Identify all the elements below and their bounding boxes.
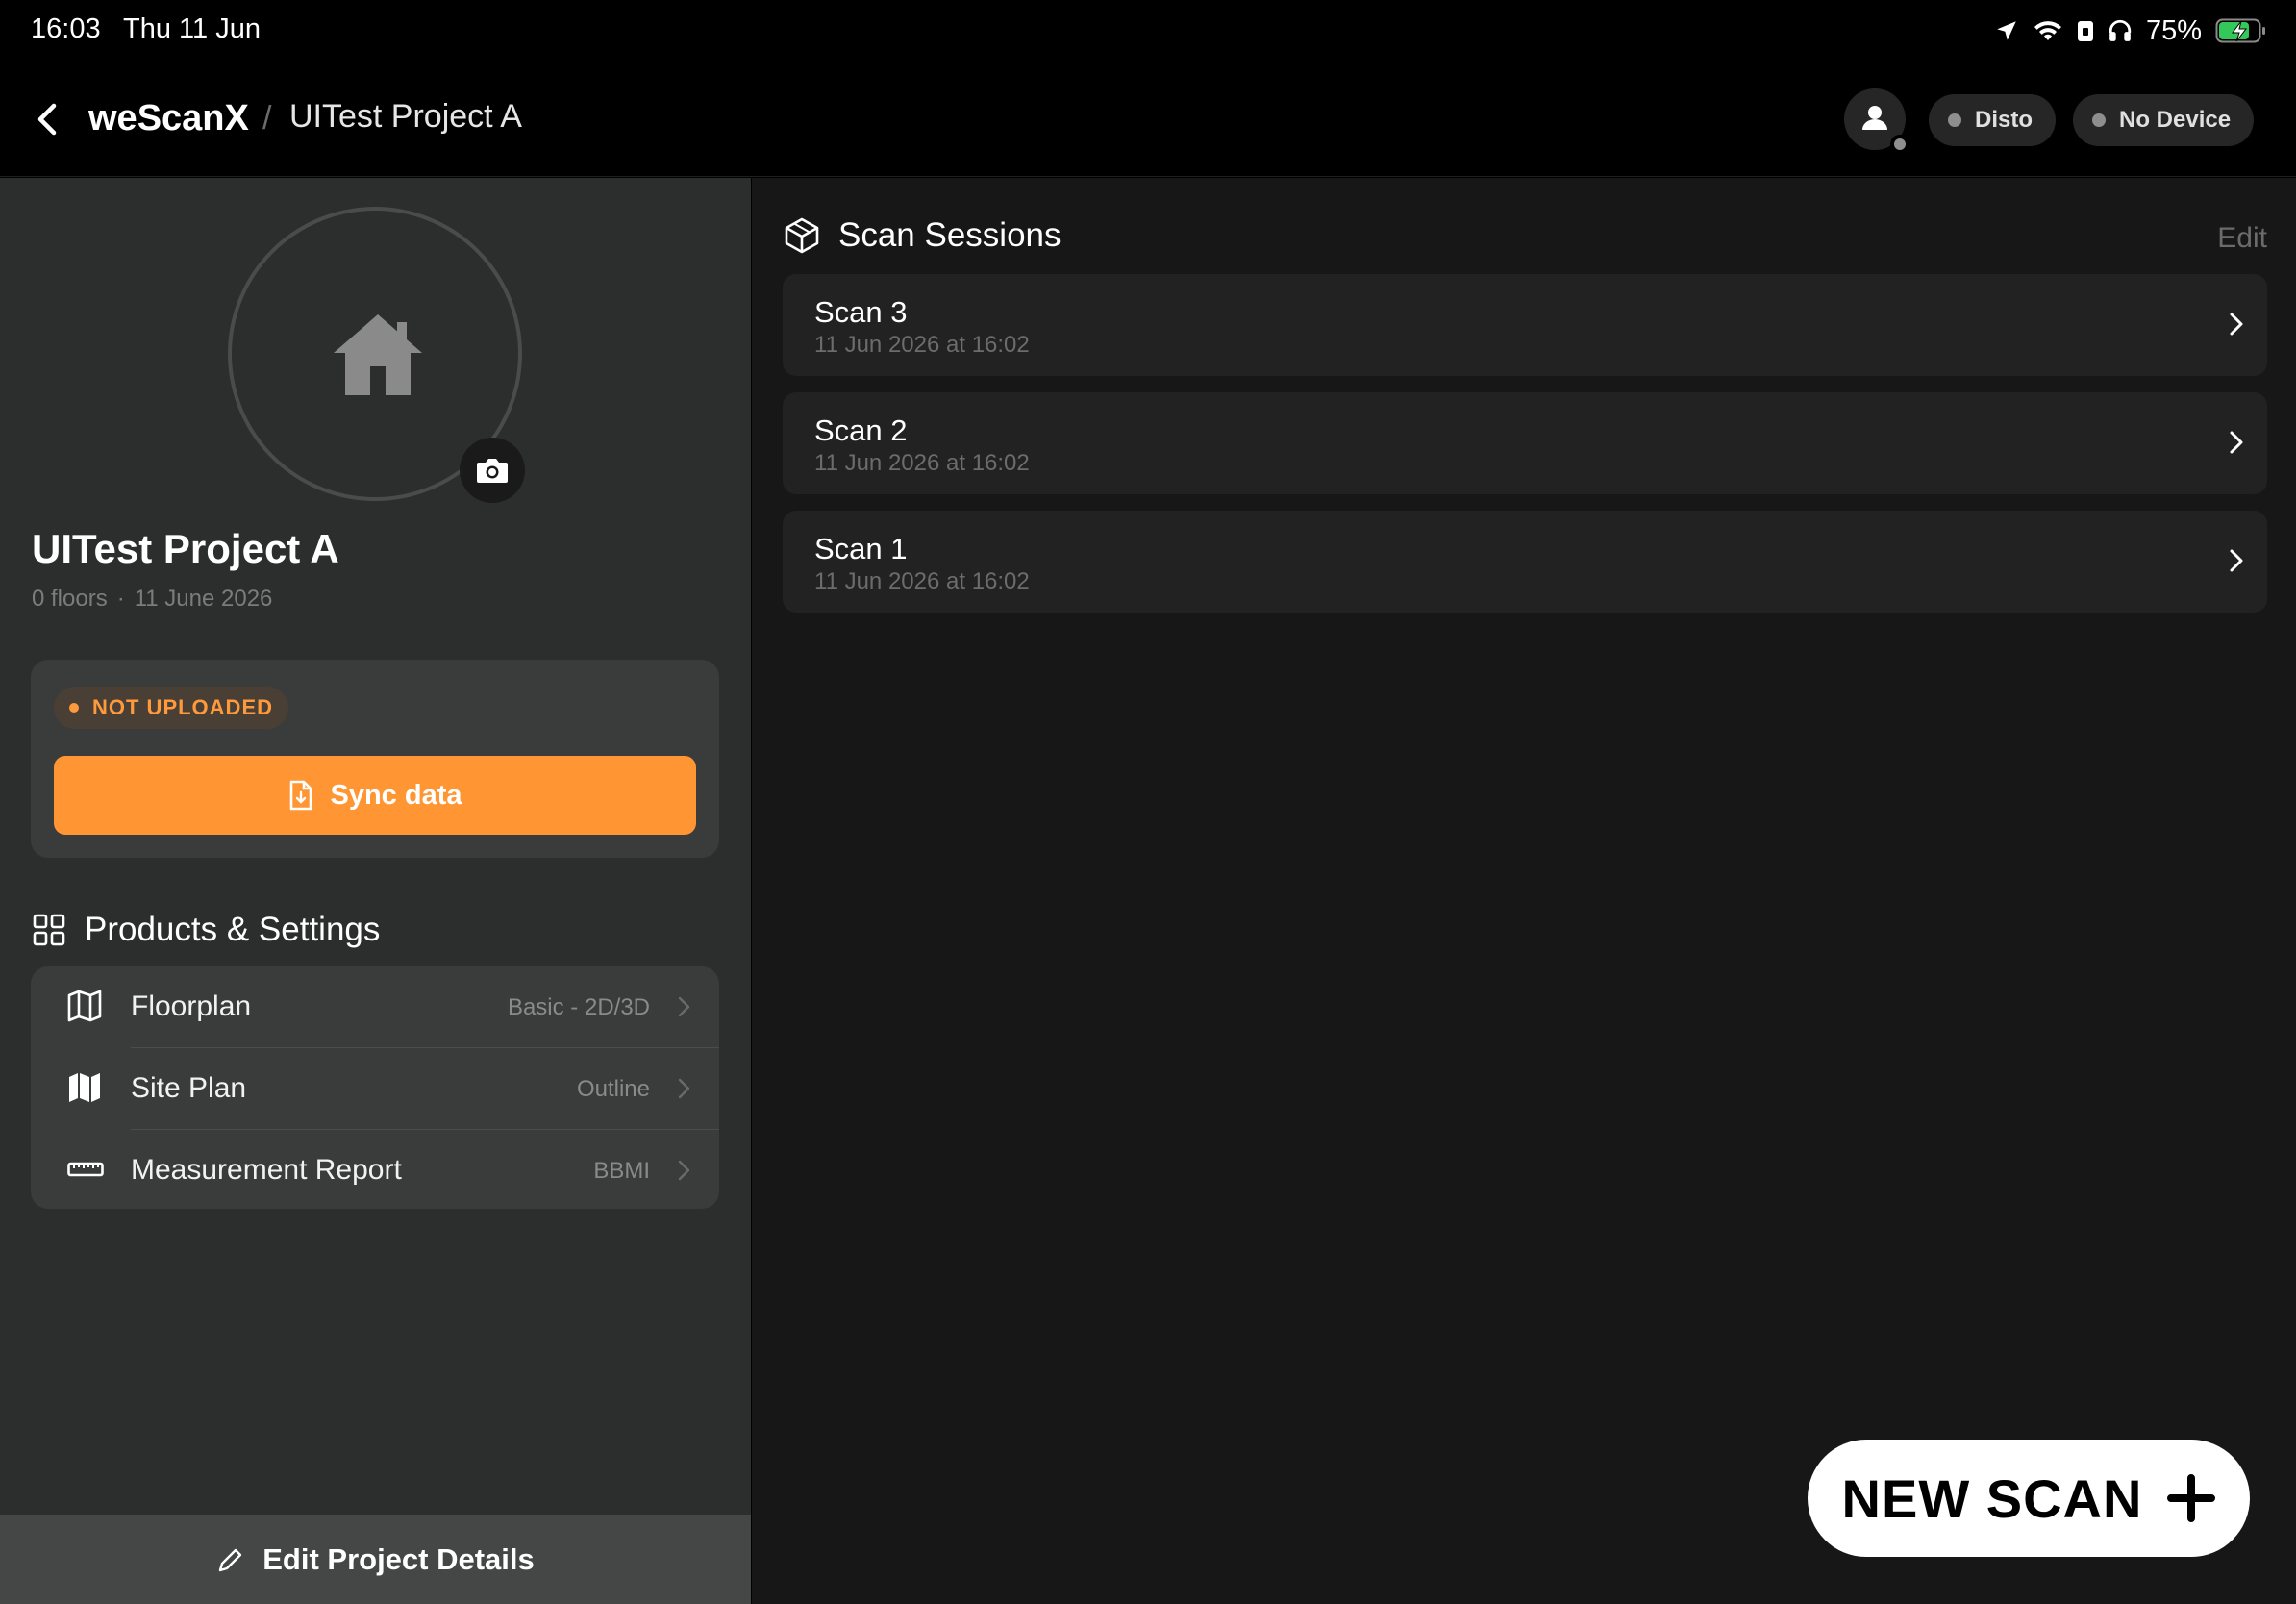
chevron-right-icon (2230, 549, 2243, 572)
scan-date: 11 Jun 2026 at 16:02 (814, 450, 1030, 476)
settings-item-site-plan[interactable]: Site Plan Outline (31, 1048, 719, 1129)
lock-icon (2077, 21, 2093, 41)
edit-project-label: Edit Project Details (262, 1541, 535, 1576)
nav-bar: weScanX / UITest Project A Disto No Devi… (0, 62, 2296, 177)
device-status-dot (2092, 113, 2106, 127)
project-panel: UITest Project A 0 floors · 11 June 2026 N… (0, 178, 751, 1604)
scan-session-row[interactable]: Scan 1 11 Jun 2026 at 16:02 (783, 511, 2267, 613)
sync-data-button[interactable]: Sync data (54, 756, 696, 835)
pencil-icon (219, 1548, 242, 1571)
new-scan-button[interactable]: NEW SCAN (1808, 1440, 2250, 1557)
project-title: UITest Project A (32, 526, 339, 571)
chevron-right-icon (678, 1160, 690, 1181)
battery-charging-icon (2215, 18, 2265, 43)
map-filled-icon (69, 1073, 100, 1102)
edit-sessions-button[interactable]: Edit (2217, 222, 2267, 255)
device-label: No Device (2119, 107, 2232, 133)
settings-item-label: Measurement Report (131, 1154, 402, 1186)
chevron-right-icon (2230, 313, 2243, 336)
scan-session-row[interactable]: Scan 2 11 Jun 2026 at 16:02 (783, 392, 2267, 494)
scan-sessions-title: Scan Sessions (838, 216, 1061, 254)
scan-name: Scan 3 (814, 295, 908, 329)
scan-session-row[interactable]: Scan 3 11 Jun 2026 at 16:02 (783, 274, 2267, 376)
scan-sessions-panel: Scan Sessions Edit Scan 3 11 Jun 2026 at… (752, 178, 2296, 1604)
status-time: 16:03 (31, 13, 101, 44)
upload-status-label: NOT UPLOADED (92, 695, 273, 719)
plus-icon (2167, 1474, 2216, 1522)
chevron-right-icon (2230, 431, 2243, 454)
chevron-right-icon (678, 996, 690, 1017)
grid-icon (33, 914, 65, 946)
cube-icon (785, 217, 819, 254)
status-icons: 75% (1994, 12, 2267, 50)
edit-project-details-button[interactable]: Edit Project Details (0, 1515, 751, 1604)
ruler-icon (67, 1162, 104, 1177)
upload-status-badge: NOT UPLOADED (54, 687, 288, 729)
project-meta: 0 floors · 11 June 2026 (32, 586, 272, 613)
battery-percent: 75% (2145, 14, 2202, 46)
device-button[interactable]: No Device (2073, 94, 2255, 146)
settings-item-measurement-report[interactable]: Measurement Report BBMI (31, 1130, 719, 1209)
breadcrumb-app[interactable]: weScanX (88, 98, 249, 139)
products-settings-title: Products & Settings (85, 911, 381, 948)
new-scan-label: NEW SCAN (1841, 1467, 2143, 1529)
products-settings-header: Products & Settings (33, 911, 380, 949)
change-photo-button[interactable] (460, 438, 525, 503)
scan-name: Scan 2 (814, 414, 908, 447)
settings-item-value: Outline (576, 1076, 650, 1102)
settings-item-value: BBMI (593, 1158, 650, 1184)
settings-item-floorplan[interactable]: Floorplan Basic - 2D/3D (31, 966, 719, 1047)
location-arrow-icon (1997, 21, 2016, 40)
camera-icon (477, 459, 508, 483)
settings-item-label: Floorplan (131, 990, 252, 1022)
sync-data-label: Sync data (330, 779, 462, 811)
account-status-dot (1890, 135, 1909, 154)
project-floors: 0 floors (32, 586, 108, 612)
status-bar: 16:03 Thu 11 Jun 75% (0, 0, 2296, 62)
upload-card: NOT UPLOADED Sync data (31, 660, 719, 858)
upload-status-dot (69, 703, 79, 713)
document-sync-icon (289, 780, 312, 811)
status-date: Thu 11 Jun (123, 13, 261, 44)
disto-button[interactable]: Disto (1929, 94, 2056, 146)
breadcrumb-separator: / (262, 100, 272, 137)
settings-item-value: Basic - 2D/3D (507, 994, 650, 1020)
back-chevron-icon[interactable] (29, 98, 67, 140)
meta-separator: · (116, 586, 125, 612)
map-outline-icon (67, 990, 102, 1022)
products-settings-list: Floorplan Basic - 2D/3D Site Plan Outlin… (31, 966, 719, 1209)
scan-sessions-header: Scan Sessions (785, 216, 1061, 255)
account-button[interactable] (1844, 88, 1909, 154)
scan-date: 11 Jun 2026 at 16:02 (814, 568, 1030, 594)
disto-status-dot (1948, 113, 1961, 127)
settings-item-label: Site Plan (131, 1072, 247, 1104)
disto-label: Disto (1975, 107, 2033, 133)
house-icon (334, 314, 422, 395)
scan-date: 11 Jun 2026 at 16:02 (814, 332, 1030, 358)
wifi-icon (2034, 21, 2061, 40)
project-date: 11 June 2026 (134, 586, 273, 612)
chevron-right-icon (678, 1078, 690, 1099)
breadcrumb-project: UITest Project A (289, 98, 522, 135)
scan-name: Scan 1 (814, 532, 908, 565)
headphones-icon (2109, 19, 2132, 41)
